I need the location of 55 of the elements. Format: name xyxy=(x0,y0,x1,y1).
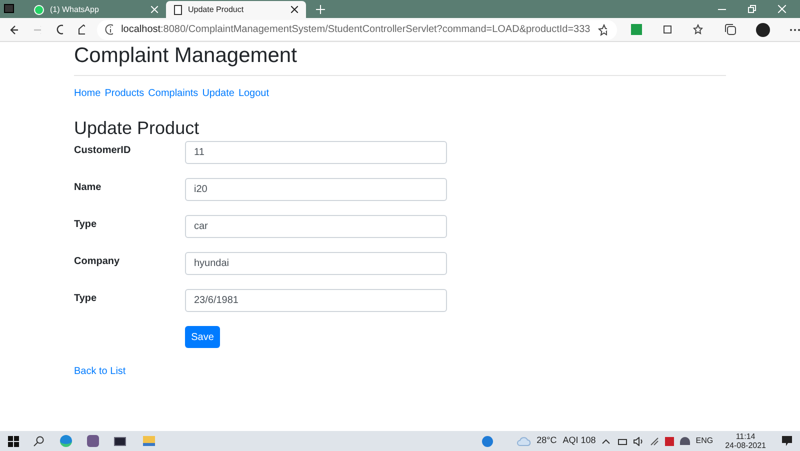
input-field[interactable]: i20 xyxy=(185,178,447,201)
input-field[interactable]: hyundai xyxy=(185,252,447,275)
nav-link[interactable]: Complaints xyxy=(148,86,198,101)
field-label: Name xyxy=(74,181,102,195)
page-icon xyxy=(174,4,182,14)
form-heading: Update Product xyxy=(74,117,200,139)
chat-app-icon xyxy=(34,4,44,14)
field-label: Company xyxy=(74,255,121,269)
input-field[interactable]: 23/6/1981 xyxy=(185,289,447,312)
minimize-icon[interactable] xyxy=(718,8,726,10)
input-field[interactable]: 11 xyxy=(185,141,447,164)
profile-avatar[interactable] xyxy=(756,22,770,36)
terminal-icon[interactable] xyxy=(114,436,126,446)
favorite-star-icon[interactable] xyxy=(598,24,607,36)
notification-icon[interactable] xyxy=(782,436,792,446)
collections-icon[interactable] xyxy=(725,24,736,35)
aqi-text: AQI 108 xyxy=(562,434,596,448)
nav-link[interactable]: Products xyxy=(104,86,144,101)
new-tab-icon[interactable] xyxy=(316,5,325,14)
address-bar[interactable]: localhost:8080/ComplaintManagementSystem/StudentControllerServlet?command=LOAD&productId=333 xyxy=(97,20,617,40)
url-text: localhost:8080/ComplaintManagementSystem/StudentControllerServlet?command=LOAD&productId=333 xyxy=(121,23,590,37)
close-tab-icon[interactable] xyxy=(291,6,298,13)
search-icon[interactable] xyxy=(33,436,44,446)
browser-tab[interactable]: Update Product xyxy=(166,1,306,18)
close-icon[interactable] xyxy=(778,5,786,13)
cloud-icon xyxy=(516,436,531,446)
save-button[interactable]: Save xyxy=(185,326,220,348)
browser-tab[interactable]: (1) WhatsApp xyxy=(26,1,166,18)
restore-icon[interactable] xyxy=(748,5,756,13)
nav-link[interactable]: Update xyxy=(202,86,234,101)
back-to-list-link[interactable]: Back to List xyxy=(74,364,126,379)
input-field[interactable]: car xyxy=(185,215,447,238)
field-label: CustomerID xyxy=(74,144,132,158)
tab-title: (1) WhatsApp xyxy=(50,4,99,16)
chevron-up-icon[interactable] xyxy=(602,438,610,444)
refresh-icon[interactable] xyxy=(56,24,64,35)
nav-link[interactable]: Logout xyxy=(238,86,270,101)
volume-icon[interactable] xyxy=(632,436,644,446)
temperature-text: 28°C xyxy=(536,434,557,448)
info-icon[interactable] xyxy=(105,24,114,35)
folder-icon[interactable] xyxy=(143,436,155,446)
language-indicator[interactable]: ENG xyxy=(696,435,714,447)
tab-title: Update Product xyxy=(188,4,244,16)
clock-time[interactable]: 11:14 xyxy=(736,432,756,441)
help-icon[interactable] xyxy=(482,436,493,446)
favorites-icon[interactable] xyxy=(693,24,705,35)
field-label: Type xyxy=(74,218,98,232)
edge-icon[interactable] xyxy=(60,435,72,447)
field-label: Type xyxy=(74,292,98,306)
start-icon[interactable] xyxy=(8,436,19,446)
page-title: Complaint Management xyxy=(74,43,297,69)
clock-date[interactable]: 24-08-2021 xyxy=(725,441,766,450)
back-icon[interactable] xyxy=(10,24,18,34)
battery-icon[interactable] xyxy=(616,438,627,444)
nav-link[interactable]: Home xyxy=(74,86,101,101)
